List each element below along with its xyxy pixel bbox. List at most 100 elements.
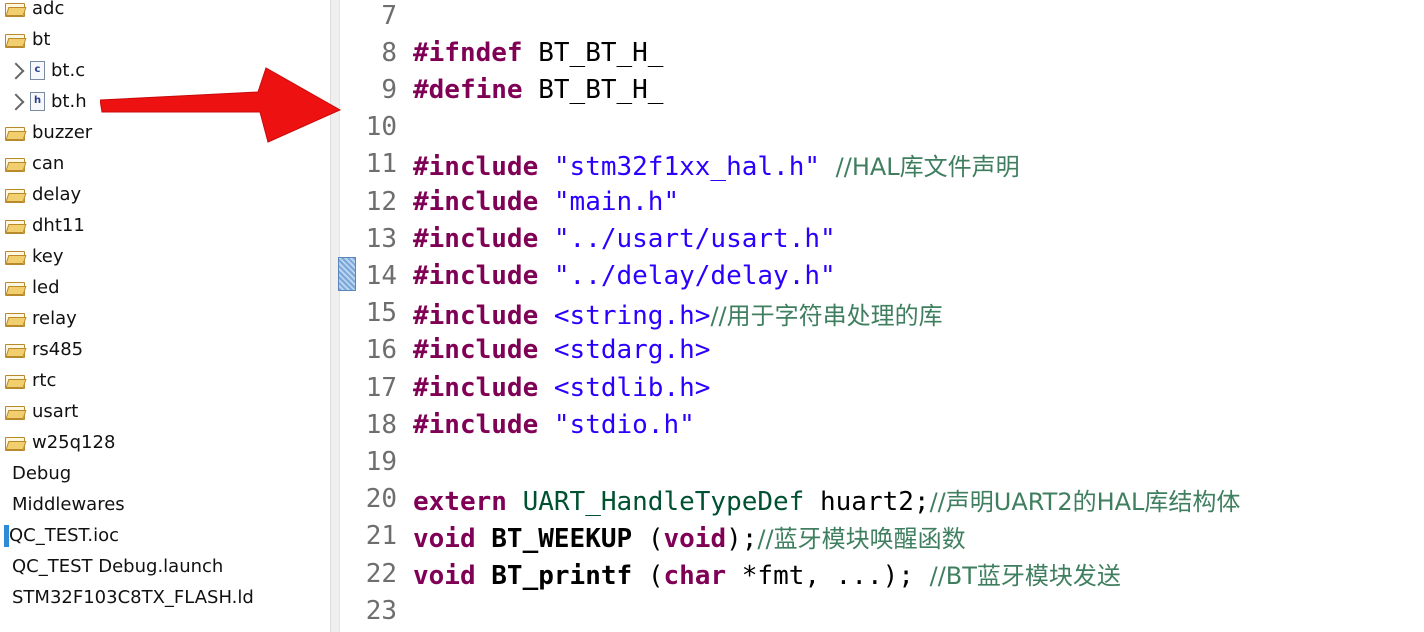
code-text: #ifndef BT_BT_H_	[413, 38, 663, 68]
code-line[interactable]: 8 #ifndef BT_BT_H_	[341, 34, 663, 71]
tree-item-relay[interactable]: relay	[4, 303, 77, 334]
red-arrow-annotation	[100, 67, 342, 143]
line-number: 20	[365, 484, 397, 515]
code-token-cmt: //用于字符串处理的库	[710, 301, 943, 330]
folder-icon	[4, 187, 26, 203]
code-line[interactable]: 23	[341, 592, 413, 629]
tree-item-qc-test-ioc[interactable]: QC_TEST.ioc	[4, 520, 119, 551]
code-line[interactable]: 9 #define BT_BT_H_	[341, 71, 663, 108]
file-icon	[4, 591, 12, 605]
code-token-kw: #include	[413, 260, 539, 291]
folder-icon	[4, 32, 26, 48]
code-token-fn: BT_printf	[491, 561, 633, 591]
tree-item-w25q128[interactable]: w25q128	[4, 427, 115, 458]
tree-item-dht11[interactable]: dht11	[4, 210, 85, 241]
code-line[interactable]: 7	[341, 0, 413, 34]
tree-item-rs485[interactable]: rs485	[4, 334, 83, 365]
code-token-kw: #include	[413, 335, 539, 366]
tree-item-label: adc	[32, 0, 65, 19]
file-icon	[4, 467, 12, 481]
tree-item-label: QC_TEST.ioc	[9, 525, 120, 546]
code-text: #include "stm32f1xx_hal.h" //HAL库文件声明	[413, 147, 1020, 182]
line-number: 15	[365, 298, 397, 329]
code-line[interactable]: 11 #include "stm32f1xx_hal.h" //HAL库文件声明	[341, 146, 1020, 183]
tree-item-label: STM32F103C8TX_FLASH.ld	[12, 587, 254, 608]
code-line[interactable]: 16 #include <stdarg.h>	[341, 332, 711, 369]
code-token-kw: #include	[413, 409, 539, 440]
tree-item-label: led	[32, 277, 60, 298]
tree-item-led[interactable]: led	[4, 272, 60, 303]
folder-icon	[4, 404, 26, 420]
code-token-kw: #include	[413, 151, 539, 182]
tree-item-usart[interactable]: usart	[4, 396, 78, 427]
folder-icon	[4, 311, 26, 327]
tree-item-label: bt	[32, 29, 51, 50]
tree-item-adc[interactable]: adc	[4, 0, 64, 24]
code-line[interactable]: 15 #include <string.h>//用于字符串处理的库	[341, 295, 943, 332]
chevron-right-icon[interactable]	[7, 62, 25, 79]
code-text: void BT_WEEKUP (void);//蓝牙模块唤醒函数	[413, 519, 966, 554]
code-token-str: "stdio.h"	[553, 409, 695, 440]
code-line[interactable]: 17 #include <stdlib.h>	[341, 369, 711, 406]
code-line[interactable]: 20 extern UART_HandleTypeDef huart2;//声明U…	[341, 481, 1241, 518]
file-icon	[4, 560, 12, 574]
c-file-icon: c	[30, 61, 45, 80]
tree-item-can[interactable]: can	[4, 148, 64, 179]
tree-item-label: bt.c	[51, 60, 86, 81]
tree-item-bt[interactable]: bt	[4, 24, 50, 55]
line-number: 10	[365, 112, 397, 143]
code-token-cmt: //声明UART2的HAL库结构体	[929, 487, 1241, 516]
tree-item-delay[interactable]: delay	[4, 179, 81, 210]
code-token-plain: );	[726, 523, 758, 554]
tree-item-key[interactable]: key	[4, 241, 64, 272]
code-token-str: <stdlib.h>	[553, 372, 711, 403]
tree-item-label: rs485	[32, 339, 84, 360]
tree-item-label: Middlewares	[12, 494, 125, 515]
code-line[interactable]: 12 #include "main.h"	[341, 183, 679, 220]
code-token-plain: BT_BT_H_	[522, 74, 664, 105]
code-token-kw: #include	[413, 223, 539, 254]
code-line[interactable]: 10	[341, 109, 413, 146]
h-file-icon: h	[30, 92, 45, 111]
code-token-kw: #ifndef	[413, 37, 523, 68]
code-line[interactable]: 13 #include "../usart/usart.h"	[341, 220, 836, 257]
line-number: 12	[365, 186, 397, 217]
tree-item-debug[interactable]: Debug	[4, 458, 71, 489]
line-number: 21	[365, 521, 397, 552]
tree-item-qc-test-debug-launch[interactable]: QC_TEST Debug.launch	[4, 551, 223, 582]
code-editor[interactable]: 7 8 #ifndef BT_BT_H_ 9 #define BT_BT_H_ 10 11 #…	[341, 0, 1424, 632]
code-line[interactable]: 21 void BT_WEEKUP (void);//蓝牙模块唤醒函数	[341, 518, 966, 555]
code-text: #include <string.h>//用于字符串处理的库	[413, 296, 943, 331]
tree-item-label: can	[32, 153, 65, 174]
code-token-typ: UART_HandleTypeDef	[522, 486, 805, 517]
code-line[interactable]: 14 #include "../delay/delay.h"	[341, 257, 836, 294]
code-token-plain: (	[632, 523, 664, 554]
folder-icon	[4, 435, 26, 451]
tree-item-stm32f103c8tx-flash-ld[interactable]: STM32F103C8TX_FLASH.ld	[4, 582, 254, 613]
tree-item-bt-c[interactable]: c bt.c	[7, 55, 86, 86]
code-token-str: "../usart/usart.h"	[553, 223, 836, 254]
code-line[interactable]: 22 void BT_printf (char *fmt, ...); //BT蓝…	[341, 555, 1121, 592]
line-number: 18	[365, 409, 397, 440]
code-token-str: <stdarg.h>	[553, 335, 711, 366]
code-line[interactable]: 19	[341, 443, 413, 480]
code-text: #include "../usart/usart.h"	[413, 224, 836, 254]
code-token-kw: void	[413, 561, 476, 591]
code-text: extern UART_HandleTypeDef huart2;//声明UAR…	[413, 482, 1240, 517]
chevron-right-icon[interactable]	[7, 93, 25, 110]
tree-item-bt-h[interactable]: h bt.h	[7, 86, 87, 117]
code-token-kw: char	[663, 561, 727, 591]
folder-icon	[4, 249, 26, 265]
tree-item-label: bt.h	[51, 91, 87, 112]
tree-item-buzzer[interactable]: buzzer	[4, 117, 92, 148]
line-number: 11	[365, 149, 397, 180]
tree-item-label: usart	[32, 401, 79, 422]
tree-item-middlewares[interactable]: Middlewares	[4, 489, 125, 520]
tree-item-label: QC_TEST Debug.launch	[12, 556, 224, 577]
tree-item-rtc[interactable]: rtc	[4, 365, 56, 396]
code-line[interactable]: 18 #include "stdio.h"	[341, 406, 695, 443]
